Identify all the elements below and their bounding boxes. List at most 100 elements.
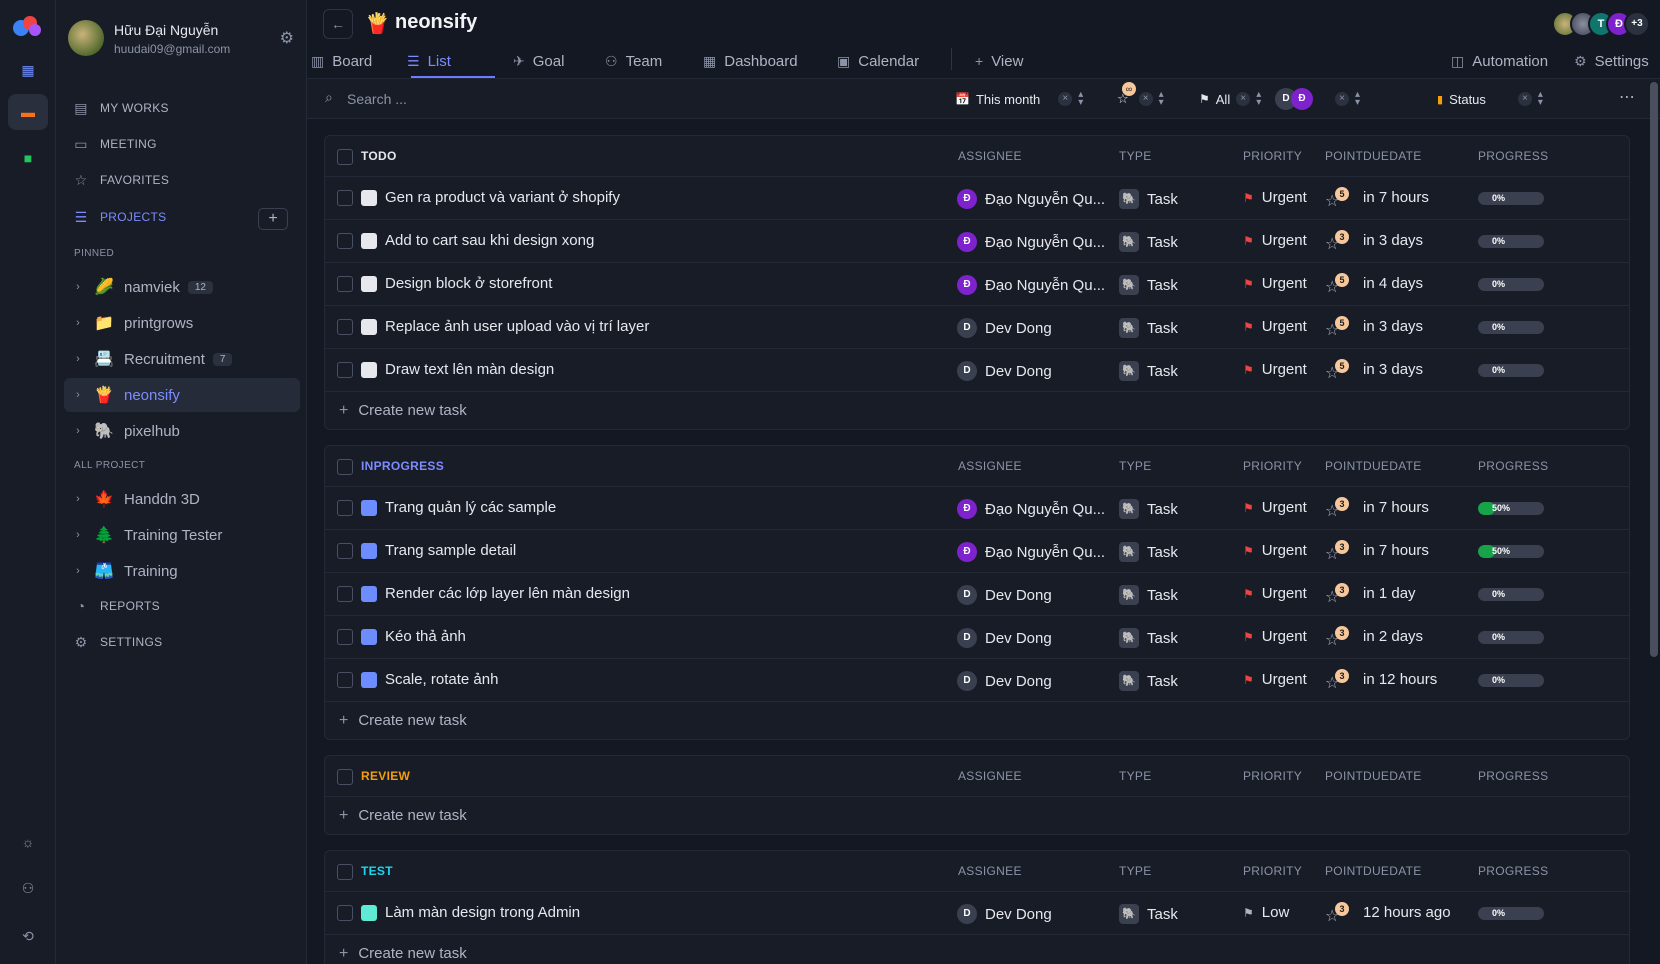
create-task-button[interactable]: + Create new task: [325, 701, 1629, 739]
task-point[interactable]: ☆ 3: [1325, 902, 1353, 926]
progress-bar[interactable]: 0%: [1478, 278, 1544, 291]
chevron-right-icon[interactable]: ›: [64, 565, 92, 577]
task-priority[interactable]: ⚑ Urgent: [1243, 189, 1307, 206]
task-name[interactable]: Scale, rotate ảnh: [385, 671, 498, 688]
video-icon[interactable]: ■: [8, 140, 48, 176]
more-icon[interactable]: ⋯: [1619, 87, 1636, 107]
table-row[interactable]: Scale, rotate ảnh D Dev Dong 🐘 Task ⚑ Urgent ☆ 3…: [325, 658, 1629, 701]
status-indicator[interactable]: [361, 629, 377, 645]
group-checkbox[interactable]: [337, 149, 353, 165]
clear-icon[interactable]: ×: [1236, 92, 1251, 106]
task-checkbox[interactable]: [337, 629, 353, 645]
project-item-handdn-3d[interactable]: › 🍁 Handdn 3D: [64, 482, 300, 516]
task-point[interactable]: ☆ 5: [1325, 187, 1353, 211]
task-point[interactable]: ☆ 3: [1325, 583, 1353, 607]
column-header-point[interactable]: POINT: [1325, 864, 1363, 878]
task-name[interactable]: Kéo thả ảnh: [385, 628, 466, 645]
sun-icon[interactable]: ☼: [8, 824, 48, 860]
nav-meeting[interactable]: ▭ MEETING: [72, 130, 302, 158]
task-name[interactable]: Gen ra product và variant ở shopify: [385, 189, 620, 206]
column-header-type[interactable]: TYPE: [1119, 149, 1152, 163]
task-checkbox[interactable]: [337, 276, 353, 292]
task-type[interactable]: 🐘 Task: [1119, 628, 1178, 648]
tab-team[interactable]: ⚇ Team: [603, 44, 664, 78]
sort-icon[interactable]: ▴ ▾: [1538, 90, 1543, 108]
task-name[interactable]: Trang sample detail: [385, 542, 516, 559]
task-name[interactable]: Làm màn design trong Admin: [385, 904, 580, 921]
task-type[interactable]: 🐘 Task: [1119, 361, 1178, 381]
user-profile[interactable]: Hữu Đại Nguyễn huudai09@gmail.com ⚙: [68, 18, 294, 60]
table-row[interactable]: Gen ra product và variant ở shopify Đ Đạo …: [325, 176, 1629, 219]
progress-bar[interactable]: 0%: [1478, 192, 1544, 205]
task-assignee[interactable]: D Dev Dong: [957, 361, 1107, 381]
column-header-progress[interactable]: PROGRESS: [1478, 864, 1548, 878]
task-assignee[interactable]: Đ Đạo Nguyễn Qu...: [957, 232, 1107, 252]
chevron-right-icon[interactable]: ›: [64, 425, 92, 437]
point-filter[interactable]: ☆ ∞ × ▴ ▾: [1117, 82, 1164, 110]
column-header-point[interactable]: POINT: [1325, 769, 1363, 783]
status-indicator[interactable]: [361, 586, 377, 602]
column-header-point[interactable]: POINT: [1325, 149, 1363, 163]
task-checkbox[interactable]: [337, 500, 353, 516]
task-duedate[interactable]: in 1 day: [1363, 585, 1416, 602]
status-indicator[interactable]: [361, 362, 377, 378]
add-user-icon[interactable]: ⚇: [8, 870, 48, 906]
table-row[interactable]: Kéo thả ảnh D Dev Dong 🐘 Task ⚑ Urgent ☆ 3 in 2 d…: [325, 615, 1629, 658]
nav-reports[interactable]: ◔ REPORTS: [72, 592, 302, 620]
project-item-training-tester[interactable]: › 🌲 Training Tester: [64, 518, 300, 552]
task-type[interactable]: 🐘 Task: [1119, 542, 1178, 562]
column-header-assignee[interactable]: ASSIGNEE: [958, 149, 1022, 163]
task-priority[interactable]: ⚑ Urgent: [1243, 318, 1307, 335]
column-header-assignee[interactable]: ASSIGNEE: [958, 459, 1022, 473]
column-header-priority[interactable]: PRIORITY: [1243, 149, 1302, 163]
chevron-right-icon[interactable]: ›: [64, 389, 92, 401]
task-priority[interactable]: ⚑ Urgent: [1243, 361, 1307, 378]
project-item-printgrows[interactable]: › 📁 printgrows: [64, 306, 300, 340]
task-point[interactable]: ☆ 3: [1325, 230, 1353, 254]
nav-favorites[interactable]: ☆ FAVORITES: [72, 166, 302, 194]
tab-list[interactable]: ☰ List: [405, 44, 453, 78]
task-type[interactable]: 🐘 Task: [1119, 189, 1178, 209]
sort-icon[interactable]: ▴ ▾: [1256, 90, 1261, 108]
task-assignee[interactable]: D Dev Dong: [957, 671, 1107, 691]
project-item-namviek[interactable]: › 🌽 namviek 12: [64, 270, 300, 304]
task-checkbox[interactable]: [337, 543, 353, 559]
column-header-duedate[interactable]: DUEDATE: [1363, 149, 1422, 163]
task-point[interactable]: ☆ 3: [1325, 669, 1353, 693]
task-checkbox[interactable]: [337, 319, 353, 335]
create-task-button[interactable]: + Create new task: [325, 391, 1629, 429]
sort-icon[interactable]: ▴ ▾: [1159, 90, 1164, 108]
clear-icon[interactable]: ×: [1138, 92, 1153, 106]
column-header-progress[interactable]: PROGRESS: [1478, 769, 1548, 783]
task-duedate[interactable]: 12 hours ago: [1363, 904, 1451, 921]
task-checkbox[interactable]: [337, 233, 353, 249]
task-duedate[interactable]: in 2 days: [1363, 628, 1423, 645]
status-filter[interactable]: ▮ Status × ▴ ▾: [1437, 88, 1543, 110]
task-type[interactable]: 🐘 Task: [1119, 232, 1178, 252]
chevron-right-icon[interactable]: ›: [64, 493, 92, 505]
progress-bar[interactable]: 50%: [1478, 502, 1544, 515]
task-assignee[interactable]: Đ Đạo Nguyễn Qu...: [957, 542, 1107, 562]
task-checkbox[interactable]: [337, 190, 353, 206]
progress-bar[interactable]: 0%: [1478, 235, 1544, 248]
gear-icon[interactable]: ⚙: [280, 28, 294, 48]
progress-bar[interactable]: 50%: [1478, 545, 1544, 558]
status-indicator[interactable]: [361, 233, 377, 249]
task-name[interactable]: Render các lớp layer lên màn design: [385, 585, 630, 602]
project-item-neonsify[interactable]: › 🍟 neonsify: [64, 378, 300, 412]
task-type[interactable]: 🐘 Task: [1119, 585, 1178, 605]
assignee-filter[interactable]: D Đ × ▴ ▾: [1275, 88, 1360, 110]
table-row[interactable]: Trang quản lý các sample Đ Đạo Nguyễn Qu..…: [325, 486, 1629, 529]
chevron-right-icon[interactable]: ›: [64, 281, 92, 293]
task-duedate[interactable]: in 3 days: [1363, 361, 1423, 378]
task-name[interactable]: Draw text lên màn design: [385, 361, 554, 378]
status-indicator[interactable]: [361, 672, 377, 688]
create-task-button[interactable]: + Create new task: [325, 796, 1629, 834]
task-assignee[interactable]: Đ Đạo Nguyễn Qu...: [957, 275, 1107, 295]
task-type[interactable]: 🐘 Task: [1119, 318, 1178, 338]
table-row[interactable]: Add to cart sau khi design xong Đ Đạo Nguy…: [325, 219, 1629, 262]
task-assignee[interactable]: Đ Đạo Nguyễn Qu...: [957, 499, 1107, 519]
column-header-priority[interactable]: PRIORITY: [1243, 459, 1302, 473]
add-project-button[interactable]: +: [258, 208, 288, 230]
back-button[interactable]: ←: [323, 9, 353, 39]
